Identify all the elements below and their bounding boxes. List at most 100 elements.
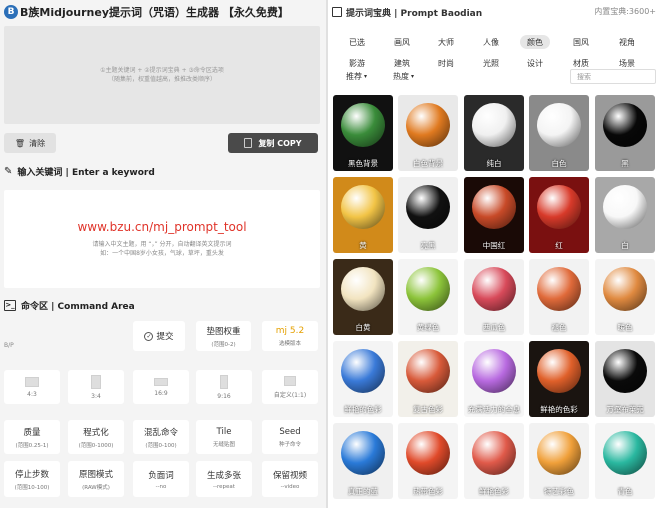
tile-label: Tile <box>216 426 232 437</box>
prompt-library-title: 提示词宝典 | Prompt Baodian <box>346 8 483 19</box>
negative-option[interactable]: 负面词 --no <box>133 461 189 497</box>
filter-label: 推荐 <box>346 72 362 81</box>
category-tab[interactable]: 视角 <box>612 35 642 49</box>
prompt-tile[interactable]: 黄绿色 <box>398 259 458 335</box>
prompt-tile[interactable]: 特艺彩色 <box>529 423 589 499</box>
search-placeholder: 搜索 <box>577 72 591 81</box>
prompt-tile[interactable]: 黑色背景 <box>333 95 393 171</box>
ratio-16-9[interactable]: 16:9 <box>133 370 189 404</box>
tile-image <box>603 267 647 311</box>
stop-range: (范围10-100) <box>14 484 50 491</box>
tile-caption: 复古色彩 <box>413 405 443 414</box>
category-tab[interactable]: 场景 <box>612 56 642 70</box>
copy-button[interactable]: 复制 COPY <box>228 133 318 153</box>
tile-image <box>472 185 516 229</box>
prompt-tile[interactable]: 真正的蓝 <box>333 423 393 499</box>
filter-recommend[interactable]: 推荐 ▾ <box>346 71 367 82</box>
category-tab[interactable]: 建筑 <box>387 56 417 70</box>
seed-label: Seed <box>279 426 301 437</box>
prompt-tile[interactable]: 黄 <box>333 177 393 253</box>
prompt-tile[interactable]: 红 <box>529 177 589 253</box>
category-tab[interactable]: 颜色 <box>520 35 550 49</box>
model-version-value: mj 5.2 <box>275 325 305 336</box>
tile-desc: 无缝贴图 <box>212 441 235 448</box>
ratio-shape-icon <box>91 374 101 389</box>
clear-button[interactable]: 🗑 清除 <box>4 133 56 153</box>
prompt-tile[interactable]: 白色背景 <box>398 95 458 171</box>
chaos-label: 混乱命令 <box>143 427 178 438</box>
prompt-tile[interactable]: 鲜艳的色彩 <box>529 341 589 417</box>
keyword-input[interactable]: www.bzu.cn/mj_prompt_tool 请输入中文主题，用 “，” … <box>4 190 320 288</box>
category-tab[interactable]: 国风 <box>566 35 596 49</box>
tile-image <box>537 185 581 229</box>
prompt-tile[interactable]: 青色 <box>595 423 655 499</box>
copy-icon <box>244 138 253 148</box>
search-input[interactable]: 搜索 <box>570 69 656 84</box>
ratio-3-4[interactable]: 3:4 <box>68 370 124 404</box>
image-weight-option[interactable]: 垫图权重 (范围0-2) <box>196 321 251 351</box>
prompt-tile[interactable]: 褪色 <box>529 259 589 335</box>
prompt-tile[interactable]: 西瓜色 <box>464 259 524 335</box>
tile-image <box>341 431 385 475</box>
command-section-title: 命令区 | Command Area <box>21 301 135 312</box>
submit-label: 提交 <box>156 332 174 342</box>
quality-option[interactable]: 质量 (范围0.25-1) <box>4 420 60 454</box>
seed-option[interactable]: Seed 种子命令 <box>262 420 318 454</box>
video-option[interactable]: 保留视频 --video <box>262 461 318 497</box>
category-tab[interactable]: 已选 <box>342 35 372 49</box>
prompt-tile[interactable]: 万壑布莱克 <box>595 341 655 417</box>
keyword-hint-2: 如：一个中国8岁小女孩，气球，草坪，重头发 <box>100 250 224 257</box>
ratio-label: 自定义(1:1) <box>273 391 307 399</box>
filter-hot[interactable]: 热度 ▾ <box>393 71 414 82</box>
repeat-option[interactable]: 生成多张 --repeat <box>196 461 252 497</box>
stop-option[interactable]: 停止步数 (范围10-100) <box>4 461 60 497</box>
tile-image <box>341 349 385 393</box>
prompt-tile[interactable]: 鲜艳的色彩 <box>333 341 393 417</box>
category-tab[interactable]: 画风 <box>387 35 417 49</box>
prompt-tile[interactable]: 白黄 <box>333 259 393 335</box>
tile-caption: 白黄 <box>355 323 371 332</box>
category-tab[interactable]: 光照 <box>476 56 506 70</box>
category-tab[interactable]: 材质 <box>566 56 596 70</box>
quality-label: 质量 <box>23 427 41 438</box>
prompt-tile[interactable]: 复古色彩 <box>398 341 458 417</box>
stylize-option[interactable]: 程式化 (范围0-1000) <box>68 420 124 454</box>
repeat-label: 生成多张 <box>206 470 241 481</box>
prompt-output-box[interactable]: ①主题关键词 + ②提示词宝典 + ③命令区选项 （随集前，权重值越高，推推改类… <box>4 26 320 124</box>
ratio-label: 3:4 <box>91 392 101 400</box>
image-weight-range: (范围0-2) <box>211 341 236 348</box>
tile-caption: 黄绿色 <box>416 323 440 332</box>
book-icon <box>332 7 342 17</box>
ratio-4-3[interactable]: 4:3 <box>4 370 60 404</box>
model-version-option[interactable]: mj 5.2 选模版本 <box>262 321 318 351</box>
prompt-tile[interactable]: 热带色彩 <box>398 423 458 499</box>
tile-image <box>406 349 450 393</box>
tile-image <box>406 431 450 475</box>
ratio-9-16[interactable]: 9:16 <box>196 370 252 404</box>
keyword-section-title: 输入关键词 | Enter a keyword <box>17 167 155 178</box>
prompt-tile[interactable]: 白色 <box>529 95 589 171</box>
prompt-tile[interactable]: 黑 <box>595 95 655 171</box>
prompt-tile[interactable]: 亮黑 <box>398 177 458 253</box>
category-tab[interactable]: 人像 <box>476 35 506 49</box>
prompt-tile[interactable]: 纯白 <box>464 95 524 171</box>
tile-image <box>537 431 581 475</box>
prompt-tile[interactable]: 充满活力的全息 <box>464 341 524 417</box>
raw-option[interactable]: 原图模式 (RAW模式) <box>68 461 124 497</box>
tile-caption: 白色 <box>551 159 567 168</box>
prompt-tile[interactable]: 暖色 <box>595 259 655 335</box>
check-circle-icon: ✓ <box>144 331 154 341</box>
category-tab[interactable]: 时尚 <box>431 56 461 70</box>
prompt-tile[interactable]: 白 <box>595 177 655 253</box>
chaos-option[interactable]: 混乱命令 (范围0-100) <box>133 420 189 454</box>
category-tab[interactable]: 大师 <box>431 35 461 49</box>
prompt-tile[interactable]: 中国红 <box>464 177 524 253</box>
prompt-tile[interactable]: 鲜艳色彩 <box>464 423 524 499</box>
submit-button[interactable]: ✓ 提交 <box>133 321 185 351</box>
category-tab[interactable]: 设计 <box>520 56 550 70</box>
tile-image <box>341 267 385 311</box>
ratio-custom[interactable]: 自定义(1:1) <box>262 370 318 404</box>
category-tab[interactable]: 影游 <box>342 56 372 70</box>
stylize-label: 程式化 <box>83 427 109 438</box>
tile-option[interactable]: Tile 无缝贴图 <box>196 420 252 454</box>
